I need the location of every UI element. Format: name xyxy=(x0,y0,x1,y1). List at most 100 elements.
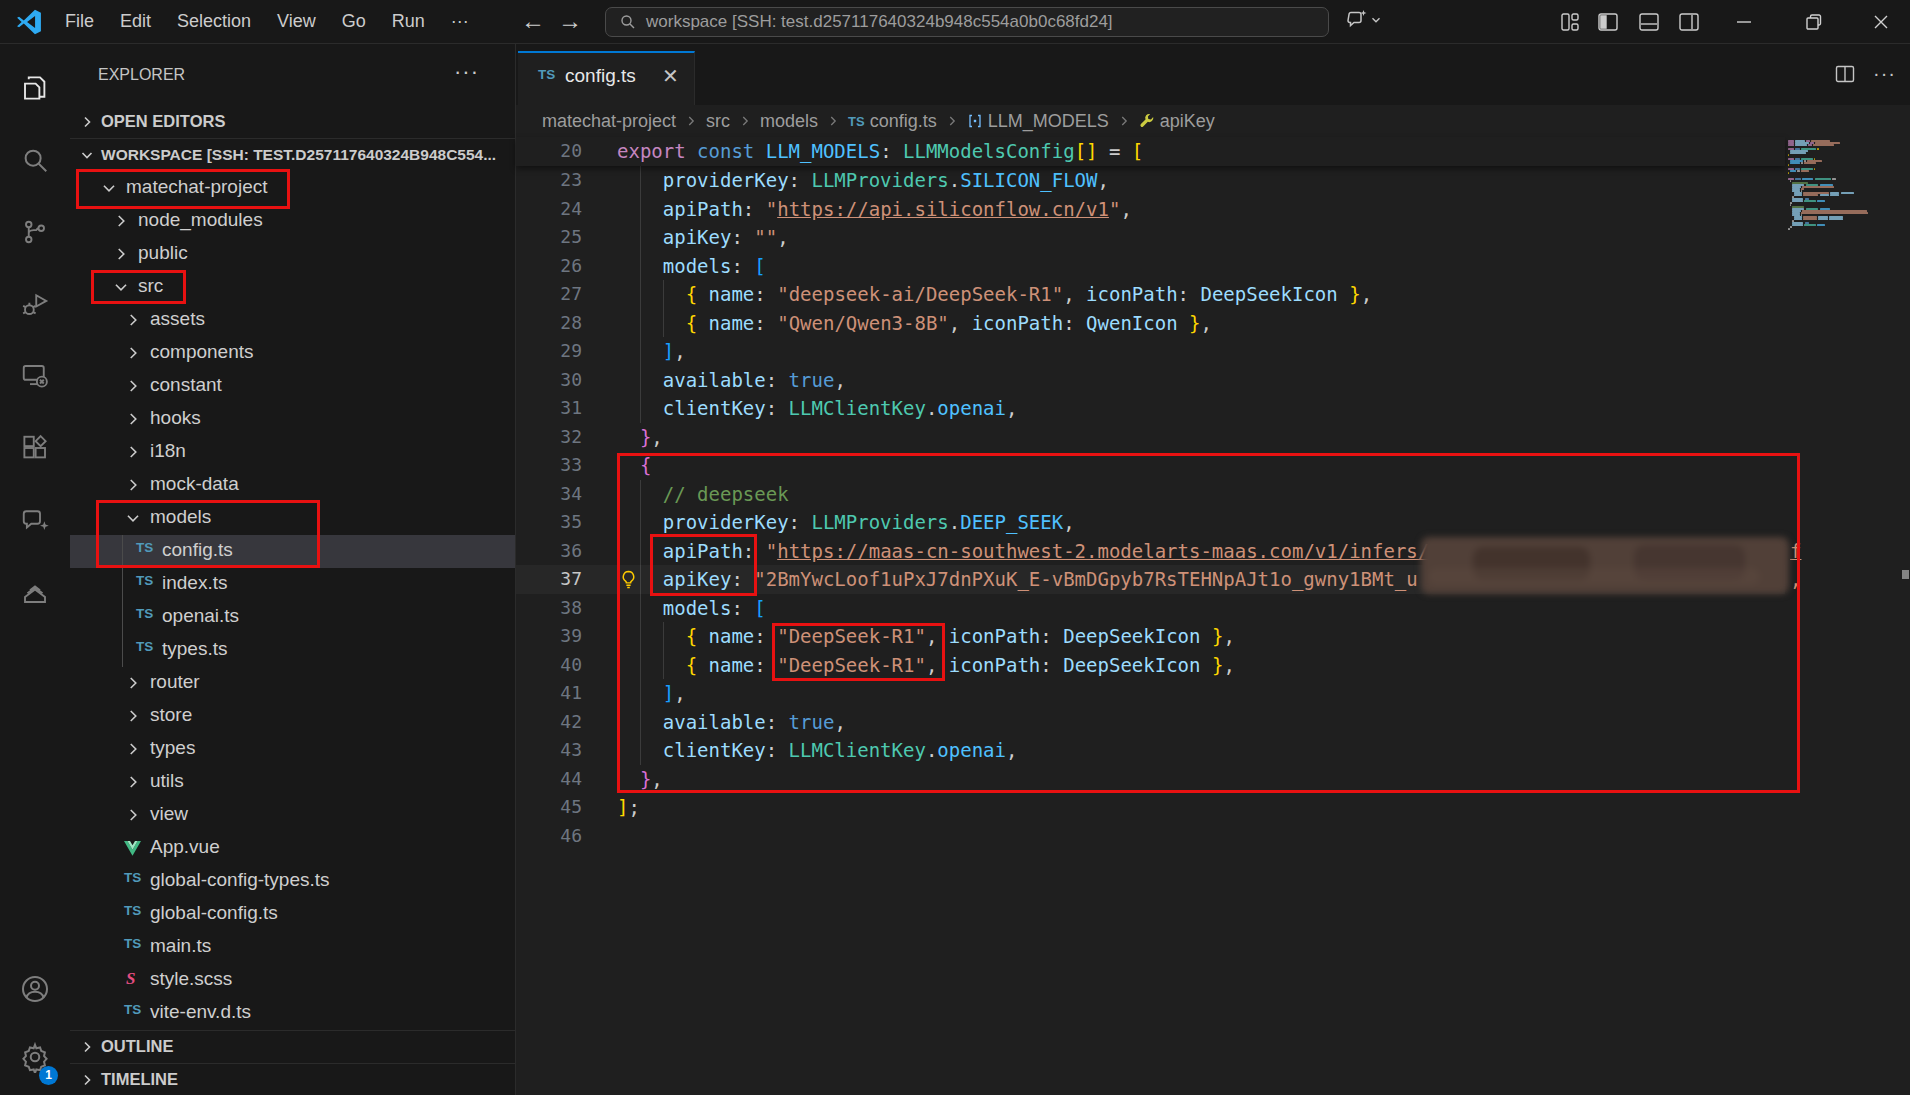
menu-overflow[interactable]: ··· xyxy=(438,11,482,32)
workspaces-icon[interactable] xyxy=(0,566,70,618)
code-editor[interactable]: 20export const LLM_MODELS: LLMModelsConf… xyxy=(516,137,1910,1095)
code-line-23[interactable]: 23 providerKey: LLMProviders.SILICON_FLO… xyxy=(516,166,1910,195)
tree-item-assets[interactable]: assets xyxy=(70,304,516,337)
activity-bar: 1 xyxy=(0,44,70,1095)
source-control-icon[interactable] xyxy=(0,206,70,258)
tree-item-global-config-ts[interactable]: TSglobal-config.ts xyxy=(70,898,516,931)
code-line-28[interactable]: 28 { name: "Qwen/Qwen3-8B", iconPath: Qw… xyxy=(516,309,1910,338)
menu-run[interactable]: Run xyxy=(379,11,438,32)
tab-close-icon[interactable]: ✕ xyxy=(662,64,679,88)
code-line-29[interactable]: 29 ], xyxy=(516,337,1910,366)
breadcrumb-item-matechat-project[interactable]: matechat-project xyxy=(542,111,676,132)
menu-view[interactable]: View xyxy=(264,11,329,32)
breadcrumb-separator xyxy=(684,114,698,128)
settings-gear-icon[interactable]: 1 xyxy=(0,1031,70,1083)
sidebar-more-actions-icon[interactable]: ··· xyxy=(454,44,479,105)
tree-item-store[interactable]: store xyxy=(70,700,516,733)
chevron-right-icon xyxy=(79,1072,95,1088)
tree-item-openai-ts[interactable]: TSopenai.ts xyxy=(70,601,516,634)
tree-item-types[interactable]: types xyxy=(70,733,516,766)
chevron-right-icon xyxy=(112,212,130,230)
forward-arrow-icon[interactable]: → xyxy=(556,7,584,35)
copilot-button[interactable] xyxy=(1345,8,1383,32)
vscode-window: File Edit Selection View Go Run ··· ← → … xyxy=(0,0,1910,1095)
breadcrumb-item-models[interactable]: models xyxy=(760,111,818,132)
tree-item-i18n[interactable]: i18n xyxy=(70,436,516,469)
breadcrumb: matechat-project src models TSconfig.ts LLM_… xyxy=(542,105,1215,137)
tree-item-main-ts[interactable]: TSmain.ts xyxy=(70,931,516,964)
workspace-section[interactable]: WORKSPACE [SSH: TEST.D257117640324B948C5… xyxy=(70,138,516,171)
code-line-46[interactable]: 46 xyxy=(516,822,1910,851)
chevron-right-icon xyxy=(79,114,95,130)
search-icon xyxy=(620,14,636,30)
tree-item-vite-env-d-ts[interactable]: TSvite-env.d.ts xyxy=(70,997,516,1030)
chevron-down-icon xyxy=(1369,13,1383,27)
menu-edit[interactable]: Edit xyxy=(107,11,164,32)
tree-item-components[interactable]: components xyxy=(70,337,516,370)
tree-item-view[interactable]: view xyxy=(70,799,516,832)
account-icon[interactable] xyxy=(0,963,70,1015)
code-line-31[interactable]: 31 clientKey: LLMClientKey.openai, xyxy=(516,394,1910,423)
menu-selection[interactable]: Selection xyxy=(164,11,264,32)
tree-item-utils[interactable]: utils xyxy=(70,766,516,799)
tree-item-types-ts[interactable]: TStypes.ts xyxy=(70,634,516,667)
symbol-array-icon xyxy=(967,113,983,129)
tab-bar: TS config.ts ✕ ··· xyxy=(516,44,1910,105)
toggle-sidebar-icon[interactable] xyxy=(1593,8,1623,36)
tab-config-ts[interactable]: TS config.ts ✕ xyxy=(518,51,695,105)
restore-icon[interactable] xyxy=(1799,8,1829,36)
remote-explorer-icon[interactable] xyxy=(0,350,70,402)
tree-item-style-scss[interactable]: Sstyle.scss xyxy=(70,964,516,997)
close-window-icon[interactable] xyxy=(1866,8,1896,36)
code-line-26[interactable]: 26 models: [ xyxy=(516,252,1910,281)
code-line-27[interactable]: 27 { name: "deepseek-ai/DeepSeek-R1", ic… xyxy=(516,280,1910,309)
outline-section[interactable]: OUTLINE xyxy=(70,1030,516,1063)
extensions-icon[interactable] xyxy=(0,422,70,474)
code-line-25[interactable]: 25 apiKey: "", xyxy=(516,223,1910,252)
open-editors-section[interactable]: OPEN EDITORS xyxy=(70,105,516,138)
tree-item-mock-data[interactable]: mock-data xyxy=(70,469,516,502)
run-debug-icon[interactable] xyxy=(0,278,70,330)
code-line-24[interactable]: 24 apiPath: "https://api.siliconflow.cn/… xyxy=(516,195,1910,224)
ts-file-icon: TS xyxy=(124,936,141,951)
back-arrow-icon[interactable]: ← xyxy=(519,7,547,35)
breadcrumb-item-llm-models[interactable]: LLM_MODELS xyxy=(967,111,1109,132)
ts-file-icon: TS xyxy=(136,606,153,621)
minimap[interactable] xyxy=(1785,137,1894,1095)
chevron-right-icon xyxy=(124,740,142,758)
explorer-icon[interactable] xyxy=(0,62,70,114)
tree-item-global-config-types-ts[interactable]: TSglobal-config-types.ts xyxy=(70,865,516,898)
split-editor-icon[interactable] xyxy=(1835,64,1855,84)
chat-icon[interactable] xyxy=(0,494,70,546)
sticky-scroll-line-20[interactable]: 20export const LLM_MODELS: LLMModelsConf… xyxy=(516,137,1785,166)
tree-item-router[interactable]: router xyxy=(70,667,516,700)
toggle-secondary-sidebar-icon[interactable] xyxy=(1674,8,1704,36)
command-center-search[interactable]: workspace [SSH: test.d257117640324b948c5… xyxy=(605,7,1329,37)
breadcrumb-separator xyxy=(826,114,840,128)
breadcrumb-item-apikey[interactable]: apiKey xyxy=(1139,111,1215,132)
chevron-right-icon xyxy=(124,773,142,791)
editor-more-actions-icon[interactable]: ··· xyxy=(1873,62,1896,85)
code-line-45[interactable]: 45]; xyxy=(516,793,1910,822)
code-line-30[interactable]: 30 available: true, xyxy=(516,366,1910,395)
menu-file[interactable]: File xyxy=(52,11,107,32)
breadcrumb-item-config-ts[interactable]: TSconfig.ts xyxy=(848,111,937,132)
tree-item-node-modules[interactable]: node_modules xyxy=(70,205,516,238)
layout-customize-icon[interactable] xyxy=(1555,8,1585,36)
tree-item-index-ts[interactable]: TSindex.ts xyxy=(70,568,516,601)
menu-go[interactable]: Go xyxy=(329,11,379,32)
minimize-icon[interactable] xyxy=(1729,8,1759,36)
tree-item-hooks[interactable]: hooks xyxy=(70,403,516,436)
overview-ruler-mark xyxy=(1902,570,1909,579)
tree-item-app-vue[interactable]: App.vue xyxy=(70,832,516,865)
annotation-box-src xyxy=(91,270,186,304)
breadcrumb-item-src[interactable]: src xyxy=(706,111,730,132)
tree-item-constant[interactable]: constant xyxy=(70,370,516,403)
chevron-right-icon xyxy=(112,245,130,263)
toggle-panel-icon[interactable] xyxy=(1634,8,1664,36)
search-sidebar-icon[interactable] xyxy=(0,134,70,186)
timeline-section[interactable]: TIMELINE xyxy=(70,1063,516,1095)
code-line-32[interactable]: 32 }, xyxy=(516,423,1910,452)
tree-item-public[interactable]: public xyxy=(70,238,516,271)
editor-area: TS config.ts ✕ ··· matechat-project src mo… xyxy=(516,44,1910,1095)
